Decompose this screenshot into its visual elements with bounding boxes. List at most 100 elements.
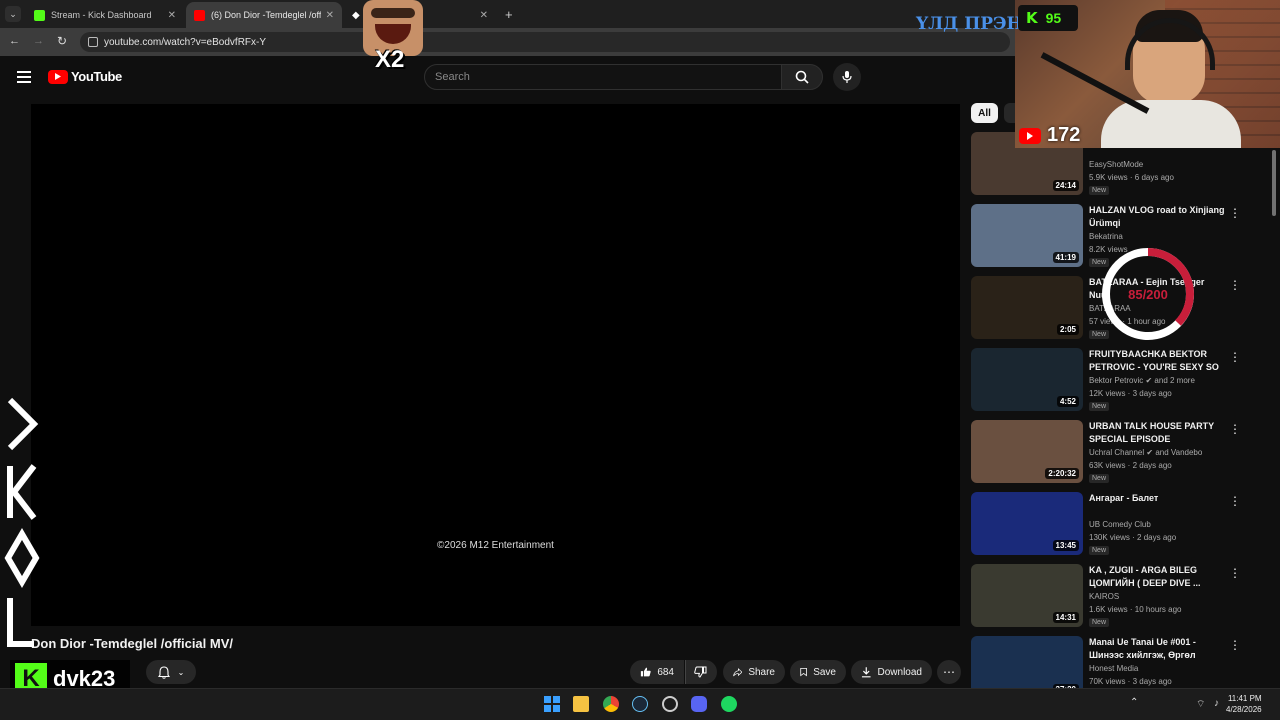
new-tab-button[interactable]: + [505, 7, 513, 22]
recommendation-item[interactable]: 13:45 Ангараг - Балет UB Comedy Club 130K v… [971, 492, 1261, 560]
kick-viewer-count: 95 [1045, 10, 1062, 26]
chip-all[interactable]: All [971, 103, 998, 123]
channel-name[interactable]: Uchral Channel ✔ and Vandebo [1089, 448, 1202, 457]
address-bar[interactable]: youtube.com/watch?v=eBodvfRFx-Y [80, 32, 1010, 52]
more-options-icon[interactable]: ⋮ [1229, 638, 1241, 652]
video-duration: 2:20:32 [1045, 468, 1079, 479]
chrome-icon[interactable] [603, 696, 619, 712]
new-badge: New [1089, 186, 1110, 195]
tab-label: Stream - Kick Dashboard [51, 10, 152, 20]
channel-name[interactable]: KAIROS [1089, 592, 1119, 601]
tab-kick-dashboard[interactable]: Stream - Kick Dashboard ✕ [26, 2, 184, 28]
search-icon [795, 70, 809, 84]
sidebar-scrollbar[interactable] [1272, 150, 1276, 216]
save-label: Save [813, 666, 836, 678]
youtube-logo[interactable]: YouTube [48, 69, 122, 84]
new-badge: New [1089, 474, 1110, 483]
site-info-icon[interactable] [88, 37, 98, 47]
more-options-icon[interactable]: ⋮ [1229, 494, 1241, 508]
video-title[interactable]: Ангараг - Балет [1089, 492, 1225, 505]
share-button[interactable]: Share [723, 660, 785, 684]
bell-icon [157, 665, 170, 679]
search-button[interactable] [781, 64, 823, 90]
cam-overlay-text: ҮЛД ПРЭН: [916, 14, 1029, 34]
subscribe-notification-button[interactable]: ⌄ [146, 660, 196, 684]
channel-label: EasyShotMode [1089, 160, 1144, 169]
video-title[interactable]: HALZAN VLOG road to Xinjiang Ürümqi [1089, 204, 1225, 230]
video-meta: 12K views · 3 days ago [1089, 389, 1172, 398]
recommendation-item[interactable]: 4:52 FRUITYBAACHKA BEKTOR PETROVIC - YOU'… [971, 348, 1261, 416]
video-player[interactable]: ©2026 M12 Entertainment [31, 104, 960, 626]
video-thumbnail[interactable]: 2:05 [971, 276, 1083, 339]
video-thumbnail[interactable]: 41:19 [971, 204, 1083, 267]
more-options-icon[interactable]: ⋮ [1229, 566, 1241, 580]
channel-name[interactable]: EasyShotMode [1089, 160, 1143, 169]
wifi-icon[interactable]: ⌔ [1196, 698, 1205, 711]
new-badge: New [1089, 546, 1110, 555]
streamer-shirt [1101, 100, 1241, 148]
clock[interactable]: 11:41 PM 4/28/2026 [1226, 693, 1262, 715]
tray-chevron-icon[interactable]: ⌃ [1130, 697, 1138, 708]
menu-icon[interactable] [17, 71, 31, 83]
save-button[interactable]: Save [790, 660, 846, 684]
app-icon[interactable] [662, 696, 678, 712]
channel-label: UB Comedy Club [1089, 520, 1151, 529]
close-tab-icon[interactable]: ✕ [480, 10, 488, 21]
new-badge: New [1089, 618, 1110, 627]
discord-icon[interactable] [691, 696, 707, 712]
file-explorer-icon[interactable] [573, 696, 589, 712]
video-title[interactable]: URBAN TALK HOUSE PARTY SPECIAL EPISODE [1089, 420, 1225, 446]
more-options-icon[interactable]: ⋮ [1229, 350, 1241, 364]
youtube-viewer-count: 172 [1047, 124, 1081, 146]
channel-label: Bekatrina [1089, 232, 1123, 241]
youtube-favicon-icon [194, 9, 205, 21]
video-thumbnail[interactable]: 14:31 [971, 564, 1083, 627]
download-icon [861, 667, 871, 678]
reload-icon[interactable]: ↻ [57, 34, 67, 48]
chevron-down-icon: ⌄ [177, 667, 185, 677]
windows-start-icon[interactable] [544, 696, 560, 712]
tab-list-button[interactable]: ⌄ [5, 6, 21, 22]
like-count: 684 [657, 666, 674, 678]
video-title[interactable]: FRUITYBAACHKA BEKTOR PETROVIC - YOU'RE S… [1089, 348, 1225, 374]
channel-name[interactable]: Bektor Petrovic ✔ and 2 more [1089, 376, 1195, 385]
close-tab-icon[interactable]: ✕ [168, 10, 176, 21]
video-thumbnail[interactable]: 4:52 [971, 348, 1083, 411]
video-meta: 130K views · 2 days ago [1089, 533, 1177, 542]
recommendation-item[interactable]: 14:31 KA , ZUGII - ARGA BILEG ЦОМГИЙН ( D… [971, 564, 1261, 632]
voice-search-button[interactable] [833, 63, 861, 91]
close-tab-icon[interactable]: ✕ [326, 10, 334, 21]
video-thumbnail[interactable]: 2:20:32 [971, 420, 1083, 483]
video-title[interactable]: KA , ZUGII - ARGA BILEG ЦОМГИЙН ( DEEP D… [1089, 564, 1225, 590]
video-title: Don Dior -Temdeglel /official MV/ [31, 636, 233, 651]
share-label: Share [748, 666, 775, 678]
more-actions-button[interactable]: ⋯ [937, 660, 961, 684]
dislike-button[interactable] [685, 660, 717, 684]
microphone-icon [842, 71, 852, 83]
video-thumbnail[interactable]: 13:45 [971, 492, 1083, 555]
download-button[interactable]: Download [851, 660, 932, 684]
channel-extra: and 2 more [1154, 376, 1195, 385]
channel-name[interactable]: Bekatrina [1089, 232, 1123, 241]
video-duration: 2:05 [1056, 324, 1079, 335]
tab-youtube[interactable]: (6) Don Dior -Temdeglel /officia ✕ [186, 2, 342, 28]
like-button[interactable]: 684 [630, 660, 684, 684]
clock-date: 4/28/2026 [1226, 705, 1262, 714]
video-meta: 70K views · 3 days ago [1089, 677, 1172, 686]
save-icon [800, 668, 807, 677]
back-icon[interactable]: ← [9, 35, 20, 47]
channel-name[interactable]: Honest Media [1089, 664, 1138, 673]
search-input[interactable]: Search [424, 64, 782, 90]
more-options-icon[interactable]: ⋮ [1229, 422, 1241, 436]
video-meta: 5.9K views · 6 days ago [1089, 173, 1174, 182]
spotify-icon[interactable] [721, 696, 737, 712]
video-title[interactable]: Manai Ue Tanai Ue #001 - Шинээс хийлгэж,… [1089, 636, 1225, 662]
more-options-icon[interactable]: ⋮ [1229, 206, 1241, 220]
volume-icon[interactable]: ♪ [1214, 698, 1219, 709]
forward-icon[interactable]: → [33, 35, 44, 47]
kick-favicon-icon [34, 9, 45, 21]
steam-icon[interactable] [632, 696, 648, 712]
channel-name[interactable]: UB Comedy Club [1089, 520, 1151, 529]
more-options-icon[interactable]: ⋮ [1229, 278, 1241, 292]
recommendation-item[interactable]: 2:20:32 URBAN TALK HOUSE PARTY SPECIAL EP… [971, 420, 1261, 488]
